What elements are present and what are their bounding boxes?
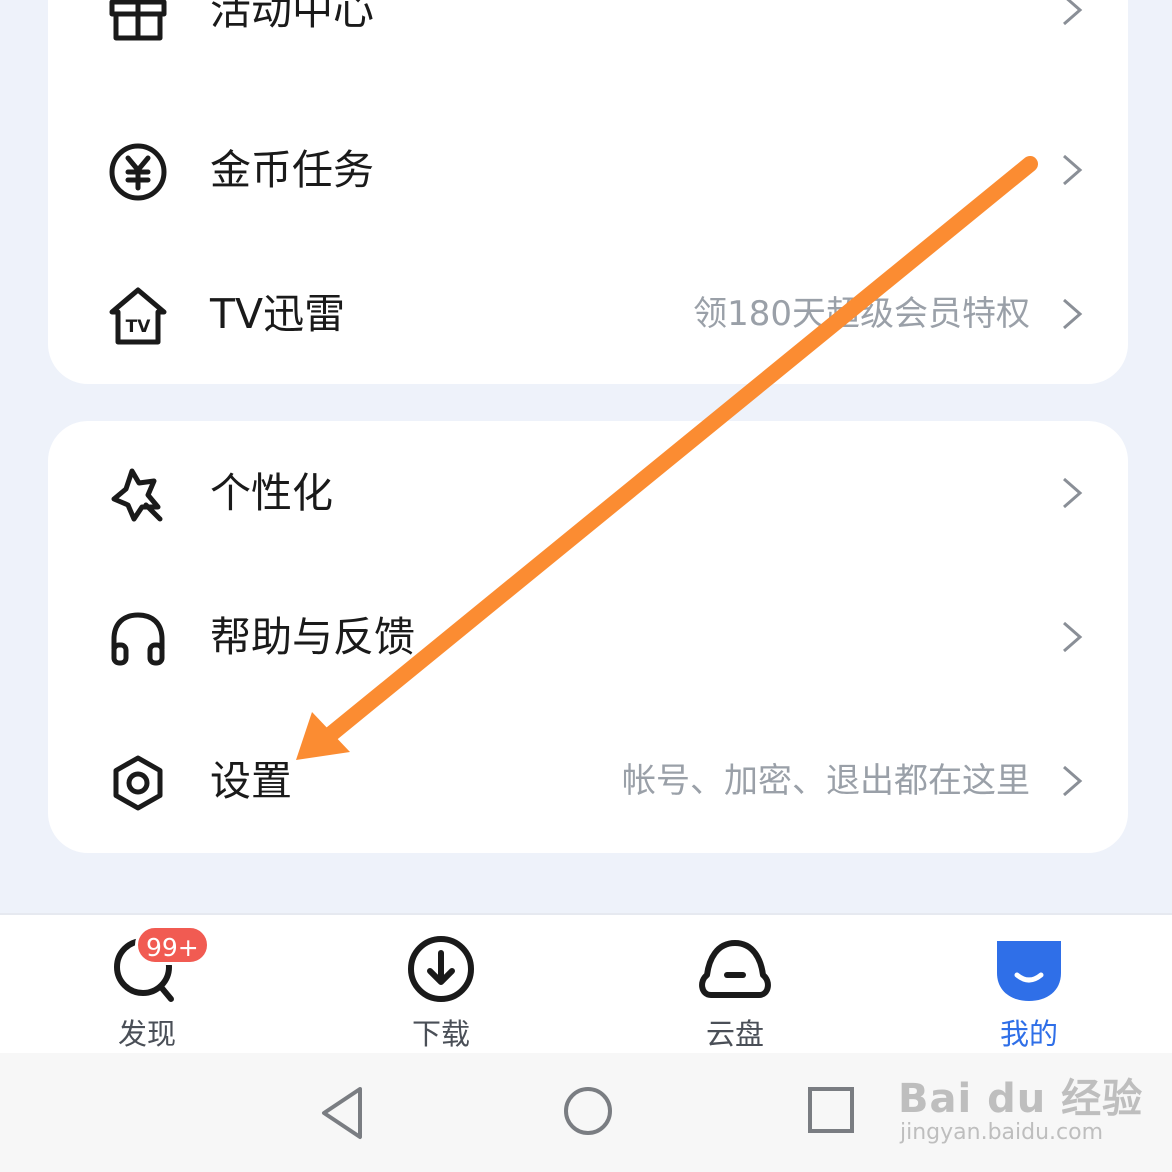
tab-label: 我的 <box>999 1017 1058 1051</box>
tab-cloud-drive[interactable]: 云盘 <box>655 925 815 1051</box>
cloud-drive-icon <box>695 929 775 1009</box>
tab-label: 云盘 <box>705 1017 764 1051</box>
tab-mine[interactable]: 我的 <box>949 925 1109 1051</box>
menu-item-personalize[interactable]: 个性化 <box>48 421 1128 565</box>
menu-item-label: 个性化 <box>210 469 333 517</box>
svg-text:TV: TV <box>126 317 152 337</box>
tab-label: 发现 <box>117 1017 176 1051</box>
menu-card-activities: 活动中心 金币任务 TV TV迅雷 领180天超级会员特权 <box>48 0 1128 384</box>
mine-icon <box>989 929 1069 1009</box>
chevron-right-icon <box>1060 475 1084 511</box>
menu-item-label: 帮助与反馈 <box>210 613 415 661</box>
tab-label: 下载 <box>411 1017 470 1051</box>
bottom-tab-bar: 99+ 发现 下载 云盘 我的 <box>0 913 1172 1055</box>
back-icon[interactable] <box>310 1081 374 1145</box>
menu-item-label: TV迅雷 <box>210 290 346 338</box>
menu-item-help-feedback[interactable]: 帮助与反馈 <box>48 565 1128 709</box>
menu-item-subtitle: 领180天超级会员特权 <box>693 294 1030 334</box>
menu-item-coin-tasks[interactable]: 金币任务 <box>48 98 1128 242</box>
chevron-right-icon <box>1060 152 1084 188</box>
watermark-brand: Bai du 经验 <box>898 1076 1144 1122</box>
menu-item-tv-xunlei[interactable]: TV TV迅雷 领180天超级会员特权 <box>48 242 1128 386</box>
headphones-icon <box>106 607 170 671</box>
yen-coin-icon <box>106 140 170 204</box>
chevron-right-icon <box>1060 296 1084 332</box>
settings-hexagon-icon <box>106 751 170 815</box>
tv-house-icon: TV <box>106 284 170 348</box>
personalize-icon <box>106 463 170 527</box>
menu-item-label: 活动中心 <box>210 0 374 34</box>
tab-discover[interactable]: 99+ 发现 <box>67 925 227 1051</box>
gift-icon <box>106 0 170 44</box>
menu-item-subtitle: 帐号、加密、退出都在这里 <box>622 761 1030 801</box>
download-icon <box>401 929 481 1009</box>
watermark-url: jingyan.baidu.com <box>900 1120 1104 1145</box>
menu-item-label: 设置 <box>210 757 292 805</box>
chevron-right-icon <box>1060 763 1084 799</box>
tab-download[interactable]: 下载 <box>361 925 521 1051</box>
baidu-watermark: Bai du 经验 jingyan.baidu.com <box>898 1062 1142 1152</box>
menu-item-activity-center[interactable]: 活动中心 <box>48 0 1128 82</box>
recents-icon[interactable] <box>800 1081 864 1145</box>
home-icon[interactable] <box>556 1081 620 1145</box>
menu-item-label: 金币任务 <box>210 146 374 194</box>
chevron-right-icon <box>1060 619 1084 655</box>
menu-item-settings[interactable]: 设置 帐号、加密、退出都在这里 <box>48 709 1128 853</box>
chevron-right-icon <box>1060 0 1084 28</box>
notification-badge: 99+ <box>135 925 210 965</box>
menu-card-general: 个性化 帮助与反馈 设置 帐号、加密、退出都在这里 <box>48 421 1128 853</box>
